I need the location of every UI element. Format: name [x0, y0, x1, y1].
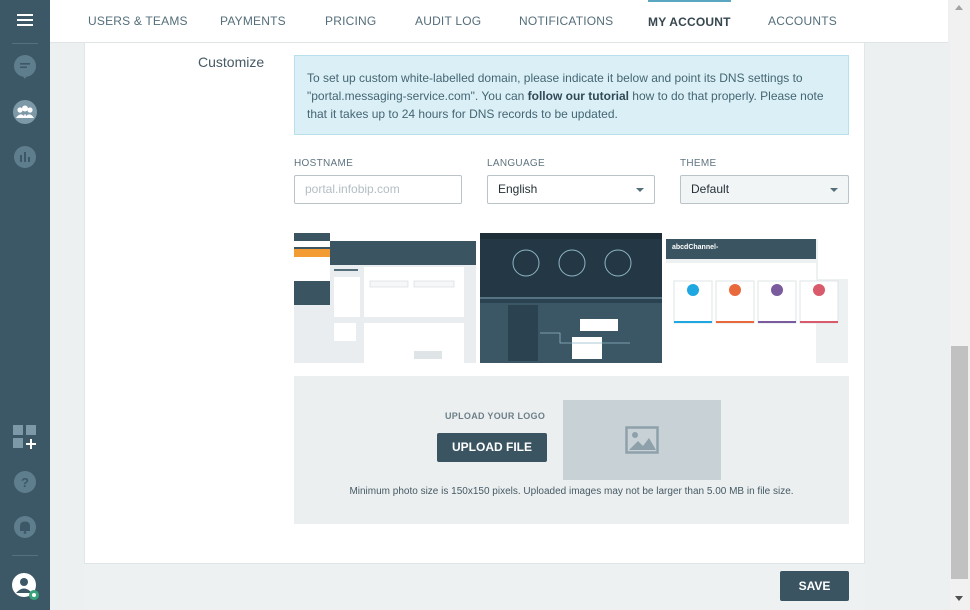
tab-audit-log[interactable]: AUDIT LOG [415, 0, 481, 43]
sidebar-divider [12, 43, 38, 44]
tab-notifications[interactable]: NOTIFICATIONS [519, 0, 613, 43]
sidebar-divider [12, 555, 38, 556]
tab-my-account[interactable]: MY ACCOUNT [648, 0, 731, 43]
help-icon[interactable]: ? [0, 462, 50, 502]
top-navigation: USERS & TEAMS PAYMENTS PRICING AUDIT LOG… [50, 0, 948, 43]
profile-icon[interactable] [0, 566, 50, 606]
preview-title: abcdChannel- [672, 244, 719, 251]
tab-accounts[interactable]: ACCOUNTS [768, 0, 837, 43]
theme-label: THEME [680, 158, 717, 169]
theme-preview-cards: abcdChannel- [666, 233, 848, 363]
footer-bar [84, 563, 865, 610]
language-label: LANGUAGE [487, 158, 545, 169]
upload-hint: Minimum photo size is 150x150 pixels. Up… [349, 486, 794, 497]
save-button[interactable]: SAVE [780, 571, 849, 601]
theme-preview-light [294, 233, 476, 363]
chevron-down-icon [636, 188, 644, 192]
tab-payments[interactable]: PAYMENTS [220, 0, 286, 43]
tab-pricing[interactable]: PRICING [325, 0, 376, 43]
upload-file-button[interactable]: UPLOAD FILE [437, 433, 547, 462]
scroll-up-icon[interactable] [955, 5, 963, 10]
hostname-label: HOSTNAME [294, 158, 354, 169]
tab-users-teams[interactable]: USERS & TEAMS [88, 0, 188, 43]
logo-preview [563, 400, 721, 480]
image-placeholder-icon [625, 426, 659, 454]
scrollbar-thumb[interactable] [951, 346, 968, 579]
info-message: To set up custom white-labelled domain, … [294, 55, 849, 135]
apps-add-icon[interactable] [0, 417, 50, 457]
notifications-icon[interactable] [0, 507, 50, 547]
hostname-input[interactable]: portal.infobip.com [294, 175, 462, 204]
upload-label: UPLOAD YOUR LOGO [445, 411, 546, 421]
theme-select[interactable]: Default [680, 175, 849, 204]
users-icon[interactable] [0, 92, 50, 132]
theme-preview-dark [480, 233, 662, 363]
language-select[interactable]: English [487, 175, 655, 204]
language-value: English [498, 182, 538, 196]
sidebar: ? [0, 0, 50, 610]
svg-text:?: ? [21, 475, 29, 490]
menu-icon[interactable] [0, 0, 50, 40]
conversations-icon[interactable] [0, 47, 50, 87]
theme-value: Default [691, 182, 730, 196]
chevron-down-icon [830, 188, 838, 192]
scroll-down-icon[interactable] [955, 596, 963, 601]
analytics-icon[interactable] [0, 137, 50, 177]
tutorial-link[interactable]: follow our tutorial [528, 89, 629, 103]
section-title: Customize [198, 54, 265, 70]
